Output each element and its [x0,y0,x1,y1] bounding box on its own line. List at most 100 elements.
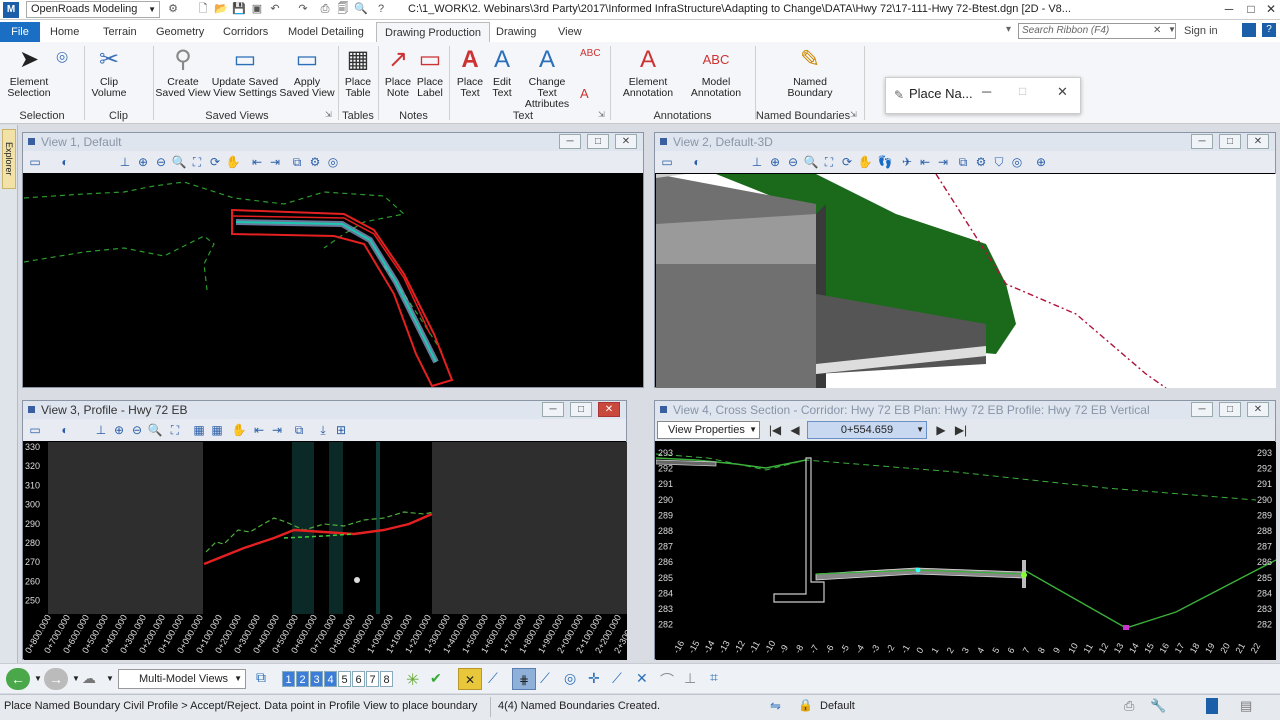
help-icon[interactable]: ? [374,2,388,16]
dialog-launcher-icon[interactable]: ⇲ [850,110,857,119]
snap-settings-icon[interactable]: ⌗ [710,669,718,686]
workspace-select[interactable]: OpenRoads Modeling ▼ [26,1,160,18]
vertex-icon[interactable]: ⟋ [540,670,550,687]
window-area-icon[interactable]: 🔍 [803,154,819,170]
arc-icon[interactable]: ⌒ [660,670,674,690]
accusnap-icon[interactable]: ✔ [430,670,442,687]
dialog-minimize-icon[interactable]: ─ [982,84,991,99]
perpendicular-icon[interactable]: ⊥ [684,670,696,687]
place-note-button[interactable]: ↗ Place Note [382,46,414,99]
profile-grid-icon[interactable]: ⊞ [333,422,349,438]
view-2-canvas[interactable] [656,174,1276,388]
minimize-icon[interactable]: ─ [1218,0,1240,18]
filter-icon[interactable]: ⛉ [991,154,1007,170]
view-minimize-icon[interactable]: ─ [1191,134,1213,149]
tangent-icon[interactable]: ⟋ [612,670,622,687]
window-area-icon[interactable]: 🔍 [171,154,187,170]
window-area-icon[interactable]: 🔍 [147,422,163,438]
zoom-out-icon[interactable]: ⊖ [153,154,169,170]
redo-icon[interactable]: ↷ [296,2,310,16]
previous-view-icon[interactable]: ⇤ [251,422,267,438]
view-toggle-7[interactable]: 7 [366,671,379,687]
update-saved-view-button[interactable]: ▭ Update Saved View Settings [210,46,280,99]
tab-file[interactable]: File [0,22,40,42]
first-station-icon[interactable]: |◀ [767,422,783,438]
tab-terrain[interactable]: Terrain [95,22,145,42]
center-snap-icon[interactable]: ◎ [564,670,576,687]
view-close-icon[interactable]: ✕ [1247,402,1269,417]
view-settings-icon[interactable]: ⚙ [973,154,989,170]
snap-icon[interactable]: ✳ [406,670,419,690]
copy-view-icon[interactable]: ⧉ [955,154,971,170]
chevron-down-icon[interactable]: ▼ [106,674,114,683]
next-view-icon[interactable]: ⇥ [269,422,285,438]
camera-icon[interactable]: ⊕ [1033,154,1049,170]
previous-view-icon[interactable]: ⇤ [249,154,265,170]
view-maximize-icon[interactable]: □ [1219,134,1241,149]
display-style-icon[interactable]: ◐ [57,154,73,170]
tab-view[interactable]: View [550,22,590,42]
pan-icon[interactable]: ✋ [857,154,873,170]
named-boundary-button[interactable]: ✎ Named Boundary [778,46,842,99]
find-icon[interactable]: 🔍 [354,2,368,16]
signin-link[interactable]: Sign in [1184,25,1218,37]
tab-drawing[interactable]: Drawing [488,22,544,42]
dialog-close-icon[interactable]: ✕ [1057,84,1068,100]
pan-icon[interactable]: ✋ [225,154,241,170]
update-view-icon[interactable]: ⊥ [93,422,109,438]
change-text-attributes-button[interactable]: A Change Text Attributes [518,46,576,110]
copy-view-icon[interactable]: ⧉ [291,422,307,438]
place-text-button[interactable]: A Place Text [454,46,486,99]
place-label-button[interactable]: ▭ Place Label [414,46,446,99]
view-3-canvas[interactable]: 330320310300290280270260250 0+800.0000+7… [24,442,627,660]
previous-station-icon[interactable]: ◀ [787,422,803,438]
dialog-launcher-icon[interactable]: ⇲ [325,110,332,119]
next-view-icon[interactable]: ⇥ [935,154,951,170]
search-dropdown-icon[interactable]: ▼ [1168,25,1176,34]
view-attributes-icon[interactable]: ▭ [27,154,43,170]
view-close-icon[interactable]: ✕ [615,134,637,149]
maximize-icon[interactable]: □ [1240,0,1262,18]
view-maximize-icon[interactable]: □ [570,402,592,417]
tab-home[interactable]: Home [42,22,87,42]
view-minimize-icon[interactable]: ─ [1191,402,1213,417]
fit-view-icon[interactable]: ⛶ [189,154,205,170]
close-icon[interactable]: ✕ [1260,0,1280,18]
fit-view-icon[interactable]: ⛶ [167,422,183,438]
settings-icon[interactable]: ⚙ [166,2,180,16]
fit-view-icon[interactable]: ⛶ [821,154,837,170]
zoom-out-icon[interactable]: ⊖ [785,154,801,170]
view-maximize-icon[interactable]: □ [587,134,609,149]
forward-icon[interactable]: → [44,668,68,690]
fly-icon[interactable]: ✈ [899,154,915,170]
view-attributes-icon[interactable]: ▭ [27,422,43,438]
view-1-canvas[interactable] [24,174,644,388]
view-settings-icon[interactable]: ⚙ [307,154,323,170]
edit-text-button[interactable]: A Edit Text [486,46,518,99]
view-close-icon[interactable]: ✕ [1247,134,1269,149]
view-attributes-icon[interactable]: ▭ [659,154,675,170]
grid-snap-icon[interactable]: ⋕ [512,668,536,690]
multi-model-views-select[interactable]: Multi-Model Views ▼ [118,669,246,689]
print-icon[interactable]: ⎙ [1124,698,1134,714]
camera-icon[interactable]: ◎ [325,154,341,170]
chevron-down-icon[interactable]: ▼ [72,674,80,683]
open-file-icon[interactable]: 📂 [214,2,228,16]
copy-view-icon[interactable]: ⧉ [289,154,305,170]
view-properties-dropdown[interactable]: View Properties ▼ [657,421,760,439]
table-grid-icon[interactable]: ▦ [209,422,225,438]
undo-icon[interactable]: ↶ [268,2,282,16]
save-all-icon[interactable]: ▣ [250,2,264,16]
view-close-icon[interactable]: ✕ [598,402,620,417]
last-station-icon[interactable]: ▶| [953,422,969,438]
update-view-icon[interactable]: ⊥ [117,154,133,170]
chevron-down-icon[interactable]: ▼ [34,674,42,683]
view-toggle-6[interactable]: 6 [352,671,365,687]
intersection-icon[interactable]: ✕ [636,670,648,687]
tab-model-detailing[interactable]: Model Detailing [280,22,372,42]
lock-icon[interactable]: 🔒 [798,698,813,712]
zoom-in-icon[interactable]: ⊕ [767,154,783,170]
view-toggle-8[interactable]: 8 [380,671,393,687]
selection-tools-icon[interactable]: ◎ [56,48,68,65]
zoom-in-icon[interactable]: ⊕ [111,422,127,438]
